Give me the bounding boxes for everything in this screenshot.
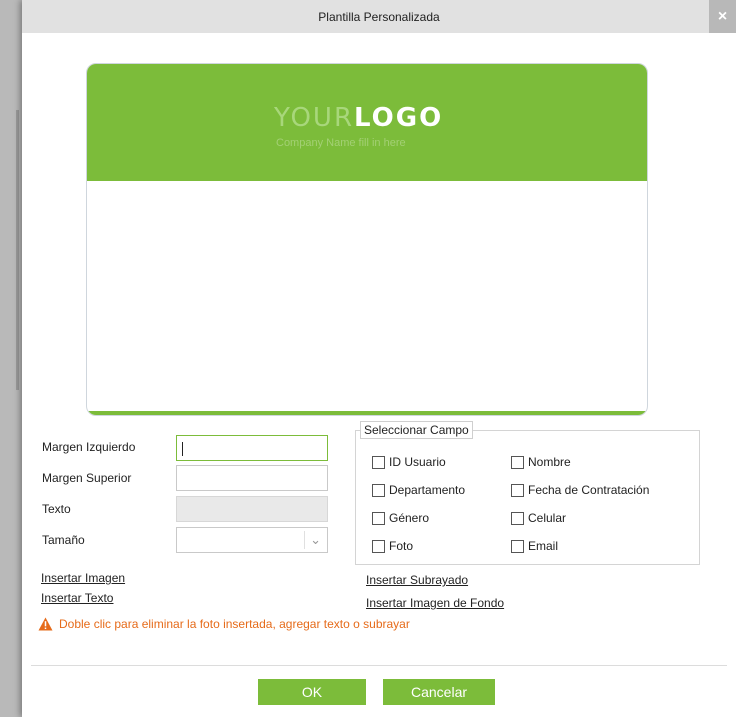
chevron-down-icon: ⌄ xyxy=(310,532,321,547)
footer-divider xyxy=(31,665,727,666)
logo: YOURLOGO xyxy=(274,103,443,133)
dialog-title: Plantilla Personalizada xyxy=(318,10,440,24)
checkbox-foto[interactable]: Foto xyxy=(372,539,413,553)
checkbox-box[interactable] xyxy=(372,455,385,469)
margen-izquierdo-label: Margen Izquierdo xyxy=(42,440,136,454)
checkbox-label: Foto xyxy=(389,539,414,553)
company-tagline: Company Name fill in here xyxy=(276,137,406,149)
checkbox-label: Género xyxy=(389,511,430,525)
checkbox-box[interactable] xyxy=(511,455,524,469)
cancel-button[interactable]: Cancelar xyxy=(383,679,495,705)
insertar-texto-link[interactable]: Insertar Texto xyxy=(41,591,113,605)
checkbox-label: ID Usuario xyxy=(389,455,446,469)
checkbox-box[interactable] xyxy=(511,511,524,525)
warning-text: Doble clic para eliminar la foto inserta… xyxy=(59,617,410,631)
checkbox-email[interactable]: Email xyxy=(511,539,558,553)
warning-icon xyxy=(38,617,53,631)
texto-input xyxy=(176,496,328,522)
tamano-select[interactable]: ⌄ xyxy=(176,527,328,553)
checkbox-nombre[interactable]: Nombre xyxy=(511,455,571,469)
custom-template-dialog: Plantilla Personalizada × YOURLOGO Compa… xyxy=(22,0,736,717)
insertar-subrayado-link[interactable]: Insertar Subrayado xyxy=(366,573,468,587)
checkbox-label: Departamento xyxy=(389,483,466,497)
margen-izquierdo-input[interactable] xyxy=(176,435,328,461)
background-window xyxy=(0,0,22,717)
checkbox-departamento[interactable]: Departamento xyxy=(372,483,465,497)
checkbox-label: Email xyxy=(528,539,559,553)
checkbox-genero[interactable]: Género xyxy=(372,511,429,525)
select-divider xyxy=(304,531,305,549)
checkbox-label: Nombre xyxy=(528,455,571,469)
card-bottom-stripe xyxy=(87,411,647,415)
checkbox-celular[interactable]: Celular xyxy=(511,511,566,525)
margen-superior-input[interactable] xyxy=(176,465,328,491)
text-caret xyxy=(182,442,183,456)
insertar-imagen-link[interactable]: Insertar Imagen xyxy=(41,571,125,585)
close-icon[interactable]: × xyxy=(709,0,736,33)
warning-message: Doble clic para eliminar la foto inserta… xyxy=(38,617,410,631)
tamano-label: Tamaño xyxy=(42,533,85,547)
checkbox-id-usuario[interactable]: ID Usuario xyxy=(372,455,446,469)
checkbox-label: Fecha de Contratación xyxy=(528,483,650,497)
checkbox-box[interactable] xyxy=(372,511,385,525)
checkbox-box[interactable] xyxy=(511,483,524,497)
card-header: YOURLOGO Company Name fill in here xyxy=(87,64,647,181)
card-preview[interactable]: YOURLOGO Company Name fill in here xyxy=(86,63,648,416)
texto-label: Texto xyxy=(42,502,71,516)
checkbox-box[interactable] xyxy=(372,539,385,553)
field-selection-legend: Seleccionar Campo xyxy=(360,421,473,439)
ok-button[interactable]: OK xyxy=(258,679,366,705)
background-panel-edge xyxy=(16,110,19,390)
checkbox-box[interactable] xyxy=(372,483,385,497)
logo-text-logo: LOGO xyxy=(354,103,444,133)
dialog-titlebar: Plantilla Personalizada × xyxy=(22,0,736,33)
logo-text-your: YOUR xyxy=(274,103,355,133)
checkbox-fecha-contratacion[interactable]: Fecha de Contratación xyxy=(511,483,649,497)
checkbox-box[interactable] xyxy=(511,539,524,553)
insertar-imagen-fondo-link[interactable]: Insertar Imagen de Fondo xyxy=(366,596,504,610)
margen-superior-label: Margen Superior xyxy=(42,471,132,485)
checkbox-label: Celular xyxy=(528,511,567,525)
